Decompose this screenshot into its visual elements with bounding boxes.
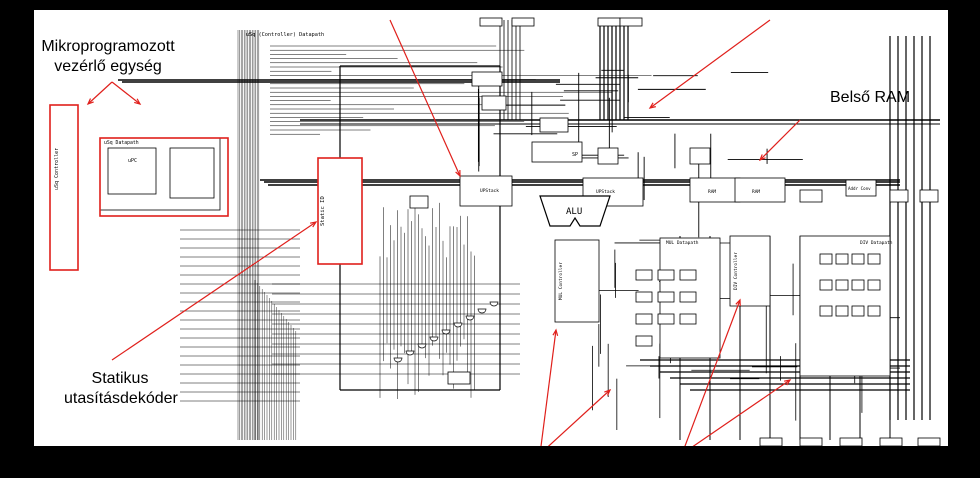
small-register-box — [689, 147, 711, 165]
io-connector — [597, 17, 621, 27]
small-register-box — [657, 291, 675, 303]
io-connector — [917, 437, 941, 446]
small-register-box — [471, 71, 503, 87]
small-register-box — [635, 335, 653, 347]
small-register-box — [481, 95, 507, 111]
io-connector — [511, 17, 535, 27]
arrow-top-left-block — [389, 19, 461, 177]
wiring — [118, 20, 940, 440]
small-register-box — [657, 313, 675, 325]
small-register-box — [679, 313, 697, 325]
small-register-box — [635, 291, 653, 303]
small-register-box — [819, 253, 833, 265]
small-register-box — [679, 269, 697, 281]
small-register-box — [635, 313, 653, 325]
small-register-box — [679, 291, 697, 303]
arrow-microprogram-right — [111, 81, 141, 105]
io-connector — [759, 437, 783, 446]
annotation-static-decoder-line2: utasításdekóder — [64, 390, 178, 407]
label-div-controller: DIV Controller — [733, 252, 739, 290]
logic-gate — [489, 301, 499, 307]
arrow-multiplier-1 — [540, 329, 557, 446]
io-connector — [479, 17, 503, 27]
small-register-box — [867, 305, 881, 317]
logic-gate — [465, 315, 475, 321]
logic-gate — [393, 357, 403, 363]
logic-gate — [453, 322, 463, 328]
logic-gate — [405, 350, 415, 356]
small-register-box — [539, 117, 569, 133]
small-register-box — [657, 269, 675, 281]
annotation-shift-add-multiplier: Shift&Add szorzó — [475, 459, 598, 476]
small-register-box — [597, 147, 619, 165]
small-register-box — [409, 195, 429, 209]
arrow-microprogram-left — [87, 81, 113, 105]
small-register-box — [835, 253, 849, 265]
small-register-box — [447, 371, 471, 385]
small-register-box — [851, 253, 865, 265]
label-ram-2: RAM — [752, 189, 760, 195]
label-alu: ALU — [566, 207, 582, 217]
logic-gate — [477, 308, 487, 314]
label-upc: uPC — [128, 158, 137, 164]
small-register-box — [889, 189, 909, 203]
label-upstack-2: UPStack — [596, 189, 615, 195]
label-mul-datapath: MUL Datapath — [666, 240, 699, 246]
annotation-remainder-divider: Maradékos osztó — [618, 459, 740, 476]
small-register-box — [835, 305, 849, 317]
io-connector — [879, 437, 903, 446]
small-register-box — [919, 189, 939, 203]
label-upstack: UPStack — [480, 188, 499, 194]
label-div-datapath: DIV Datapath — [860, 240, 893, 246]
small-register-box — [851, 305, 865, 317]
label-useq-controller-side: uSq Controller — [54, 148, 60, 190]
address-mux-box — [169, 147, 215, 199]
annotation-static-decoder-line1: Statikus — [91, 370, 149, 387]
annotation-microprogram-line1: Mikroprogramozott — [41, 38, 175, 55]
arrow-internal-ram — [759, 119, 801, 161]
small-register-box — [635, 269, 653, 281]
screen-frame: uSq (Controller) Datapath uSq Controller u… — [0, 0, 980, 476]
arrow-static-decoder — [111, 221, 317, 361]
small-register-box — [867, 253, 881, 265]
annotation-static-decoder: Statikus utasításdekóder — [64, 369, 178, 409]
io-connector — [799, 437, 823, 446]
label-ram: RAM — [708, 189, 716, 195]
label-mul-controller: MUL Controller — [558, 262, 564, 300]
annotation-microprogram-unit: Mikroprogramozott vezérlő egység — [40, 37, 176, 77]
annotation-internal-ram: Belső RAM — [830, 89, 911, 106]
arrow-register-file — [649, 19, 771, 109]
label-addr-conv: Addr Conv — [848, 186, 871, 191]
small-register-box — [867, 279, 881, 291]
small-register-box — [819, 279, 833, 291]
arrow-multiplier-2 — [547, 389, 611, 446]
logic-gate — [429, 336, 439, 342]
io-connector — [839, 437, 863, 446]
logic-gate — [417, 343, 427, 349]
small-register-box — [799, 189, 823, 203]
small-register-box — [835, 279, 849, 291]
small-register-box — [851, 279, 865, 291]
small-register-box — [819, 305, 833, 317]
label-sp: SP — [572, 152, 578, 158]
io-connector — [619, 17, 643, 27]
upc-box — [107, 147, 157, 195]
label-useq-controller-title: uSq (Controller) Datapath — [246, 32, 324, 38]
annotation-microprogram-line2: vezérlő egység — [54, 58, 162, 75]
label-useq-datapath: uSq Datapath — [104, 140, 139, 146]
label-static-id: Static ID — [320, 196, 326, 226]
